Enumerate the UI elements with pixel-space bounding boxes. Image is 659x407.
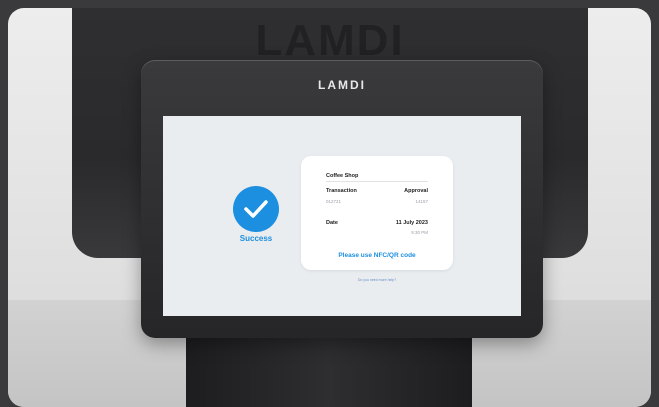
rear-brand-logo: LAMDI — [255, 16, 405, 65]
receipt-card: Coffee Shop Transaction Approval 012721 … — [301, 156, 453, 270]
transaction-value: 012721 — [326, 199, 342, 204]
transaction-label: Transaction — [326, 188, 357, 194]
nfc-qr-prompt[interactable]: Please use NFC/QR code — [301, 252, 453, 259]
divider — [326, 181, 428, 182]
photo-scene: LAMDI LAMDI Success Coffee Shop Transact… — [0, 0, 659, 407]
device-stand — [186, 330, 472, 407]
shop-name: Coffee Shop — [326, 173, 359, 179]
help-link[interactable]: Do you need more help? — [301, 278, 453, 282]
approval-value: 14157 — [415, 199, 428, 204]
terminal-screen: Success Coffee Shop Transaction Approval… — [163, 116, 521, 316]
date-label: Date — [326, 220, 338, 226]
check-circle-icon — [233, 186, 279, 232]
time-value: 9:30 PM — [411, 230, 428, 235]
date-value: 11 July 2023 — [395, 220, 428, 226]
device-brand-logo: LAMDI — [318, 78, 366, 92]
approval-label: Approval — [404, 188, 428, 194]
pos-terminal: LAMDI Success Coffee Shop Transaction Ap… — [141, 60, 543, 338]
status-label: Success — [239, 234, 273, 243]
